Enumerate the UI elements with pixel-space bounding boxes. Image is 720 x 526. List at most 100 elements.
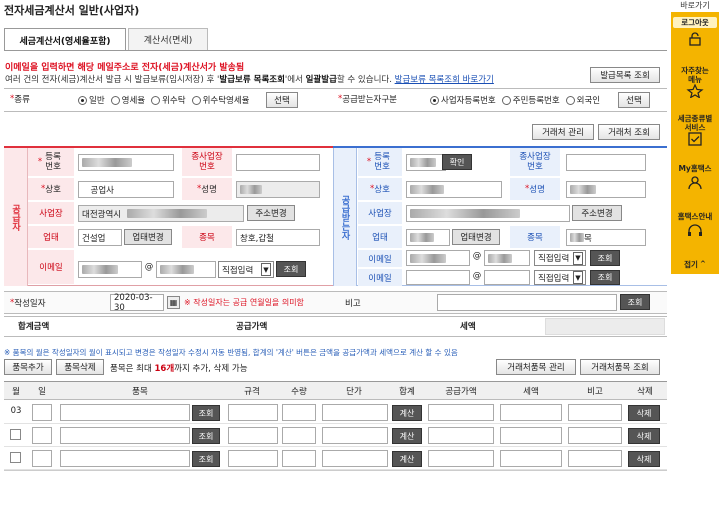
row-delete-button[interactable]: 삭제 [628, 451, 660, 467]
row-item-query-button[interactable]: 조회 [192, 428, 220, 444]
masked-value [570, 233, 584, 242]
col-month: 월 [12, 387, 20, 397]
tab-tax-invoice[interactable]: 세금계산서(영세율포함) [4, 28, 126, 51]
receiver-select-button[interactable]: 선택 [618, 92, 650, 108]
row-spec-input[interactable] [228, 427, 278, 444]
item-delete-button[interactable]: 품목삭제 [56, 359, 104, 375]
supplier-item-input[interactable]: 창호,갑철 [236, 229, 320, 246]
row-remark-input[interactable] [568, 427, 622, 444]
row-calc-button[interactable]: 계산 [392, 428, 422, 444]
row-qty-input[interactable] [282, 427, 316, 444]
receiver-biztype-input[interactable] [406, 229, 450, 246]
sidebar-collapse-button[interactable]: 접기 ^ [671, 260, 719, 269]
receiver-branch-input[interactable] [566, 154, 646, 171]
col-tax: 세액 [523, 387, 539, 397]
row-delete-button[interactable]: 삭제 [628, 428, 660, 444]
row-day-input[interactable] [32, 450, 52, 467]
supplier-name-input[interactable]: 공업사 [78, 181, 174, 198]
receiver-ceo-input[interactable] [566, 181, 646, 198]
receiver-regno-input[interactable] [406, 154, 446, 171]
issue-list-button[interactable]: 발급목록 조회 [590, 67, 660, 83]
row-remark-input[interactable] [568, 404, 622, 421]
row-unit-price-input[interactable] [322, 427, 388, 444]
supplier-email-domain-input[interactable] [156, 261, 216, 278]
receiver-name-input[interactable] [406, 181, 502, 198]
partner-item-query-button[interactable]: 거래처품목 조회 [580, 359, 660, 375]
type-select-button[interactable]: 선택 [266, 92, 298, 108]
type-radio-consign[interactable]: 위수탁 [151, 94, 186, 106]
row-item-input[interactable] [60, 404, 190, 421]
remark-input[interactable] [437, 294, 617, 311]
row-unit-price-input[interactable] [322, 404, 388, 421]
receiver-email-query-button[interactable]: 조회 [590, 250, 620, 266]
row-item-input[interactable] [60, 427, 190, 444]
row-day-input[interactable] [32, 427, 52, 444]
sidebar-item-favorites[interactable]: 자주찾는 메뉴 [671, 66, 719, 101]
calendar-icon[interactable]: ▦ [167, 296, 180, 309]
supplier-address-change-button[interactable]: 주소변경 [247, 205, 295, 221]
sidebar-item-logout[interactable]: 로그아웃 [671, 17, 719, 49]
row-unit-price-input[interactable] [322, 450, 388, 467]
row-supply-input[interactable] [428, 450, 494, 467]
row-item-query-button[interactable]: 조회 [192, 451, 220, 467]
receiver-email2-domain-input[interactable] [484, 270, 530, 285]
receiver-email-select[interactable]: 직접입력 ▼ [534, 250, 586, 266]
radio-icon [565, 95, 575, 105]
row-calc-button[interactable]: 계산 [392, 405, 422, 421]
receiver-address-change-button[interactable]: 주소변경 [572, 205, 622, 221]
supplier-address-input[interactable]: 대전광역시 [78, 205, 244, 222]
receiver-business-change-button[interactable]: 업태변경 [452, 229, 500, 245]
row-select-checkbox[interactable] [10, 452, 21, 463]
receiver-email2-select[interactable]: 직접입력 ▼ [534, 270, 586, 285]
hold-list-link[interactable]: 발급보류 목록조회 바로가기 [395, 75, 494, 85]
supplier-branch-input[interactable] [236, 154, 320, 171]
type-radio-consign-zero[interactable]: 위수탁영세율 [191, 94, 250, 106]
row-delete-button[interactable]: 삭제 [628, 405, 660, 421]
sidebar-item-my-hometax[interactable]: My홈택스 [671, 164, 719, 193]
partner-manage-button[interactable]: 거래처 관리 [532, 124, 594, 140]
receiver-email2-query-button[interactable]: 조회 [590, 270, 620, 285]
row-calc-button[interactable]: 계산 [392, 451, 422, 467]
row-item-query-button[interactable]: 조회 [192, 405, 220, 421]
type-radio-general[interactable]: 일반 [78, 94, 105, 106]
supplier-business-change-button[interactable]: 업태변경 [124, 229, 172, 245]
row-spec-input[interactable] [228, 404, 278, 421]
write-date-input[interactable]: 2020-03-30 [110, 293, 164, 313]
receiver-email-domain-input[interactable] [484, 250, 530, 266]
radio-label: 일반 [89, 96, 105, 106]
receiver-radio-bizno[interactable]: 사업자등록번호 [430, 94, 496, 106]
receiver-radio-resident[interactable]: 주민등록번호 [501, 94, 560, 106]
receiver-email-id-input[interactable] [406, 250, 470, 266]
row-supply-input[interactable] [428, 404, 494, 421]
remark-query-button[interactable]: 조회 [620, 294, 650, 310]
row-day-input[interactable] [32, 404, 52, 421]
supplier-email-select[interactable]: 직접입력 ▼ [218, 261, 274, 278]
supplier-regno-input[interactable] [78, 154, 174, 171]
item-add-button[interactable]: 품목추가 [4, 359, 52, 375]
row-spec-input[interactable] [228, 450, 278, 467]
row-supply-input[interactable] [428, 427, 494, 444]
partner-query-button[interactable]: 거래처 조회 [598, 124, 660, 140]
supplier-biztype-input[interactable]: 건설업 [78, 229, 122, 246]
receiver-email2-id-input[interactable] [406, 270, 470, 285]
receiver-item-input[interactable]: 목 [566, 229, 646, 246]
supplier-email-id-input[interactable] [78, 261, 142, 278]
receiver-radio-foreigner[interactable]: 외국인 [565, 94, 600, 106]
receiver-regno-confirm-button[interactable]: 확인 [442, 154, 472, 170]
row-qty-input[interactable] [282, 450, 316, 467]
tab-invoice-exempt[interactable]: 계산서(면세) [128, 28, 208, 50]
row-item-input[interactable] [60, 450, 190, 467]
supplier-ceo-input[interactable] [236, 181, 320, 198]
row-remark-input[interactable] [568, 450, 622, 467]
sidebar-item-guide[interactable]: 홈택스안내 [671, 212, 719, 241]
supplier-email-query-button[interactable]: 조회 [276, 261, 306, 277]
type-radio-zero[interactable]: 영세율 [110, 94, 145, 106]
sidebar-item-tax-service[interactable]: 세금종류별 서비스 [671, 114, 719, 149]
row-tax-input[interactable] [500, 404, 562, 421]
row-select-checkbox[interactable] [10, 429, 21, 440]
row-tax-input[interactable] [500, 450, 562, 467]
row-tax-input[interactable] [500, 427, 562, 444]
receiver-address-input[interactable] [406, 205, 570, 222]
row-qty-input[interactable] [282, 404, 316, 421]
partner-item-manage-button[interactable]: 거래처품목 관리 [496, 359, 576, 375]
